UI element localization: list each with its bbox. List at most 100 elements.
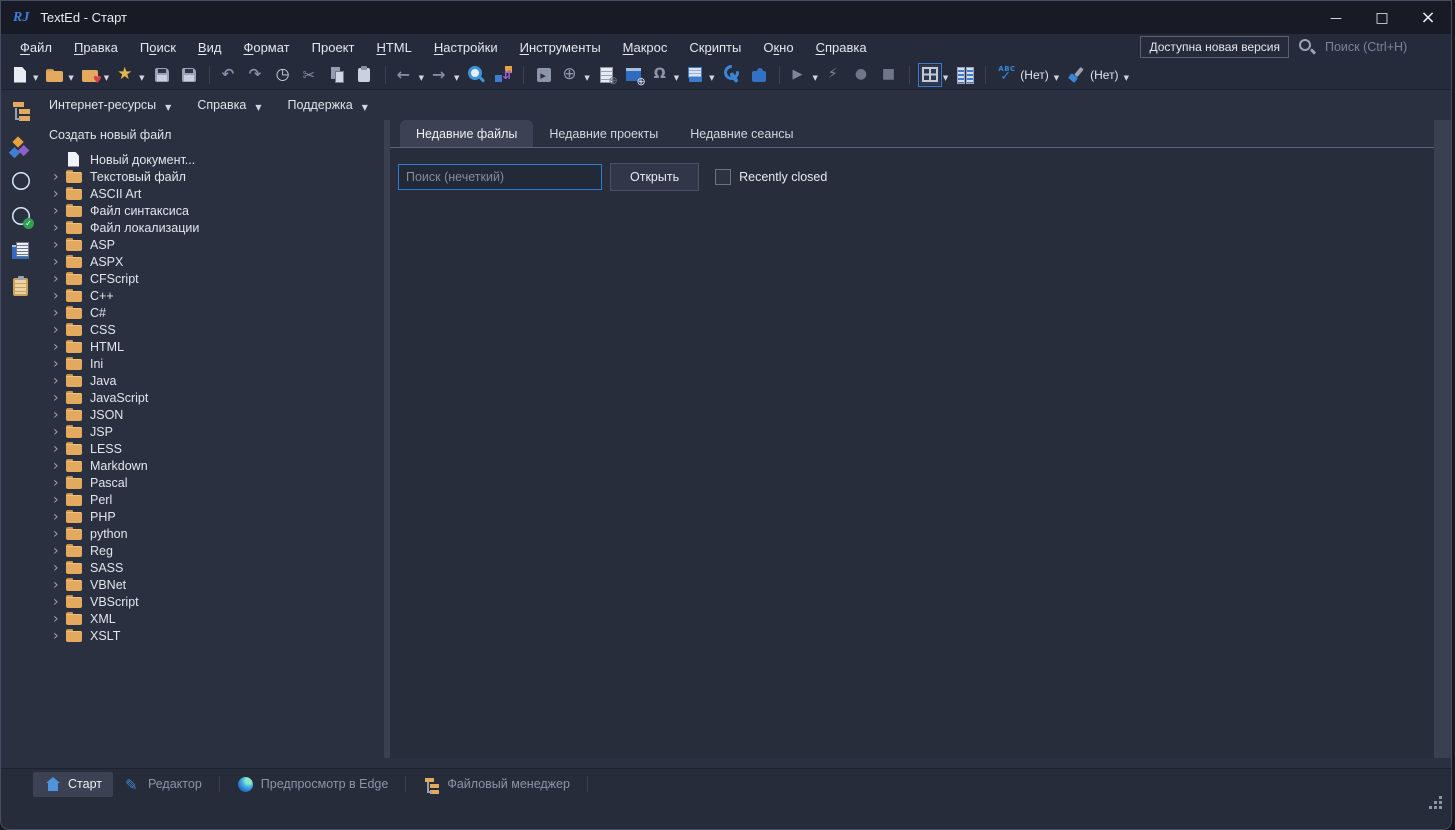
save-all-button[interactable] <box>176 63 202 87</box>
quicklink-2[interactable]: Поддержка <box>288 98 368 113</box>
update-notice-button[interactable]: Доступна новая версия <box>1140 36 1289 58</box>
recently-closed-checkbox[interactable] <box>715 169 731 185</box>
new-file-item-25[interactable]: ›VBNet <box>41 576 384 593</box>
web-globe-button[interactable] <box>7 168 35 194</box>
menubar-item-0[interactable]: Файл <box>9 34 63 60</box>
menubar-item-7[interactable]: Настройки <box>423 34 509 60</box>
new-file-item-13[interactable]: ›Java <box>41 372 384 389</box>
compare-button[interactable] <box>490 63 516 87</box>
redo-button[interactable] <box>244 63 270 87</box>
new-file-item-17[interactable]: ›LESS <box>41 440 384 457</box>
maximize-button[interactable] <box>1359 1 1405 34</box>
record-macro-button[interactable] <box>849 63 875 87</box>
new-file-item-8[interactable]: ›C++ <box>41 287 384 304</box>
new-file-item-27[interactable]: ›XML <box>41 610 384 627</box>
close-button[interactable] <box>1405 1 1451 34</box>
title-bar[interactable]: RJ TextEd - Старт <box>1 1 1451 34</box>
file-manager-button[interactable]: Файловый менеджер <box>412 772 581 797</box>
new-file-item-28[interactable]: ›XSLT <box>41 627 384 644</box>
quick-run-button[interactable] <box>822 63 848 87</box>
pen-button[interactable]: Редактор <box>113 772 213 797</box>
open-file-button[interactable] <box>42 63 76 87</box>
tab-2[interactable]: Недавние сеансы <box>674 120 809 147</box>
preview-browser-button[interactable] <box>594 63 620 87</box>
new-file-item-9[interactable]: ›C# <box>41 304 384 321</box>
find-button[interactable] <box>463 63 489 87</box>
menu-search-input[interactable] <box>1323 39 1447 55</box>
copy-button[interactable] <box>325 63 351 87</box>
new-file-item-26[interactable]: ›VBScript <box>41 593 384 610</box>
new-file-item-18[interactable]: ›Markdown <box>41 457 384 474</box>
menubar-item-6[interactable]: HTML <box>365 34 422 60</box>
new-file-item-12[interactable]: ›Ini <box>41 355 384 372</box>
save-button[interactable] <box>149 63 175 87</box>
web-browser-button[interactable] <box>558 63 592 87</box>
undo-button[interactable] <box>217 63 243 87</box>
layout-button[interactable] <box>917 63 951 87</box>
history-button[interactable] <box>271 63 297 87</box>
quicklink-0[interactable]: Интернет-ресурсы <box>49 98 171 113</box>
new-file-item-0[interactable]: Новый документ... <box>41 151 384 168</box>
new-file-item-21[interactable]: ›PHP <box>41 508 384 525</box>
new-file-item-2[interactable]: ›ASCII Art <box>41 185 384 202</box>
new-file-item-11[interactable]: ›HTML <box>41 338 384 355</box>
split-view-button[interactable] <box>952 63 978 87</box>
menubar-item-10[interactable]: Скрипты <box>678 34 752 60</box>
new-file-item-15[interactable]: ›JSON <box>41 406 384 423</box>
resize-grip-icon[interactable] <box>1428 795 1442 809</box>
stop-macro-button[interactable] <box>876 63 902 87</box>
menubar-item-12[interactable]: Справка <box>805 34 878 60</box>
menubar-item-8[interactable]: Инструменты <box>509 34 612 60</box>
bookmarks-star-button[interactable] <box>113 63 147 87</box>
home-button[interactable]: Старт <box>33 772 113 797</box>
browser-window-button[interactable] <box>621 63 647 87</box>
new-file-item-22[interactable]: ›python <box>41 525 384 542</box>
new-document-button[interactable] <box>7 63 41 87</box>
file-explorer-button[interactable] <box>7 98 35 124</box>
paste-button[interactable] <box>352 63 378 87</box>
navigate-forward-button[interactable] <box>428 63 462 87</box>
navigate-back-button[interactable] <box>393 63 427 87</box>
tools-wrench-button[interactable] <box>719 63 745 87</box>
edge-button[interactable]: Предпросмотр в Edge <box>226 772 400 797</box>
menubar-item-9[interactable]: Макрос <box>612 34 679 60</box>
menubar-item-3[interactable]: Вид <box>187 34 233 60</box>
export-button[interactable] <box>531 63 557 87</box>
menubar-item-4[interactable]: Формат <box>232 34 300 60</box>
new-file-item-10[interactable]: ›CSS <box>41 321 384 338</box>
clipboard-button[interactable] <box>7 273 35 299</box>
run-button[interactable] <box>787 63 821 87</box>
menubar-item-5[interactable]: Проект <box>301 34 366 60</box>
snippets-button[interactable] <box>7 133 35 159</box>
new-file-item-14[interactable]: ›JavaScript <box>41 389 384 406</box>
tab-1[interactable]: Недавние проекты <box>533 120 674 147</box>
recent-files-search-input[interactable] <box>398 164 602 190</box>
new-file-item-5[interactable]: ›ASP <box>41 236 384 253</box>
menubar-item-2[interactable]: Поиск <box>129 34 187 60</box>
new-file-item-23[interactable]: ›Reg <box>41 542 384 559</box>
menubar-item-11[interactable]: Окно <box>752 34 804 60</box>
new-file-item-6[interactable]: ›ASPX <box>41 253 384 270</box>
print-preview-button[interactable] <box>683 63 717 87</box>
quicklink-1[interactable]: Справка <box>197 98 261 113</box>
highlighter-button[interactable]: (Нет) <box>1063 63 1132 87</box>
cut-button[interactable] <box>298 63 324 87</box>
favorites-folder-button[interactable] <box>78 63 112 87</box>
doc-preview-button[interactable] <box>7 238 35 264</box>
new-file-item-20[interactable]: ›Perl <box>41 491 384 508</box>
special-chars-button[interactable] <box>648 63 682 87</box>
new-file-item-19[interactable]: ›Pascal <box>41 474 384 491</box>
new-file-item-16[interactable]: ›JSP <box>41 423 384 440</box>
new-file-item-24[interactable]: ›SASS <box>41 559 384 576</box>
new-file-item-4[interactable]: ›Файл локализации <box>41 219 384 236</box>
tab-0[interactable]: Недавние файлы <box>400 120 533 147</box>
plugins-puzzle-button[interactable] <box>746 63 772 87</box>
web-check-button[interactable] <box>7 203 35 229</box>
minimize-button[interactable] <box>1313 1 1359 34</box>
open-button[interactable]: Открыть <box>610 163 699 191</box>
spellcheck-button[interactable]: (Нет) <box>993 63 1062 87</box>
new-file-item-3[interactable]: ›Файл синтаксиса <box>41 202 384 219</box>
scrollbar-track[interactable] <box>1434 120 1451 758</box>
menubar-item-1[interactable]: Правка <box>63 34 129 60</box>
new-file-item-7[interactable]: ›CFScript <box>41 270 384 287</box>
